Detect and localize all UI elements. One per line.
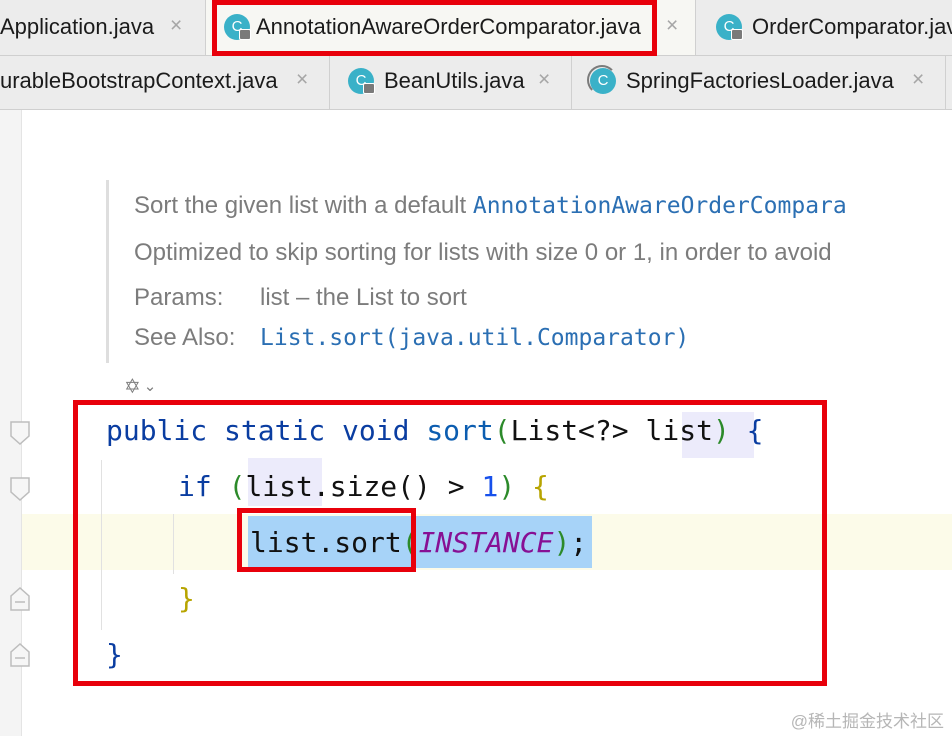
tab-spring-factories-loader[interactable]: C SpringFactoriesLoader.java × — [572, 56, 946, 109]
tab-bean-utils[interactable]: C BeanUtils.java × — [330, 56, 572, 109]
tab-label: SpringFactoriesLoader.java — [626, 68, 894, 93]
editor-tab-bar-row-2: urableBootstrapContext.java × C BeanUtil… — [0, 56, 952, 110]
tab-label: BeanUtils.java — [384, 68, 525, 93]
close-icon[interactable]: × — [170, 14, 182, 38]
close-icon[interactable]: × — [296, 68, 308, 92]
tab-order-comparator[interactable]: C OrderComparator.java — [696, 0, 952, 55]
doc-see-also-label: See Also: — [134, 324, 236, 351]
java-class-locked-icon: C — [348, 68, 376, 96]
chevron-down-icon: ⌄ — [143, 378, 157, 395]
doc-params-label: Params: — [134, 284, 224, 311]
fold-marker-icon[interactable] — [9, 476, 31, 502]
unfold-marker-icon[interactable] — [9, 586, 31, 612]
editor-gutter — [0, 110, 30, 736]
doc-line-1: Sort the given list with a default Annot… — [134, 192, 847, 219]
close-icon[interactable]: × — [666, 14, 678, 38]
doc-class-link[interactable]: AnnotationAwareOrderCompara — [473, 193, 847, 219]
tab-application-java[interactable]: Application.java × — [0, 0, 206, 55]
doc-line-2: Optimized to skip sorting for lists with… — [134, 239, 832, 266]
reader-mode-icon: ✡ — [124, 376, 141, 398]
watermark: @稀土掘金技术社区 — [790, 712, 944, 731]
close-icon[interactable]: × — [538, 68, 550, 92]
doc-params-value: list – the List to sort — [260, 284, 467, 311]
annotation-box-sort-call — [237, 508, 416, 572]
unfold-marker-icon[interactable] — [9, 642, 31, 668]
tab-label: Application.java — [0, 14, 155, 39]
doc-comment-bar — [106, 180, 109, 363]
annotation-box-tab — [212, 0, 657, 56]
annotation-box-method — [73, 400, 827, 686]
java-class-loading-icon: C — [587, 65, 618, 96]
reader-mode-toggle[interactable]: ✡ ⌄ — [124, 374, 156, 399]
tab-configurable-bootstrap-context[interactable]: urableBootstrapContext.java × — [0, 56, 330, 109]
java-class-locked-icon: C — [716, 14, 744, 42]
tab-label: urableBootstrapContext.java — [0, 68, 278, 93]
close-icon[interactable]: × — [912, 68, 924, 92]
doc-see-also-link[interactable]: List.sort(java.util.Comparator) — [260, 325, 689, 351]
tab-label: OrderComparator.java — [752, 14, 952, 39]
fold-marker-icon[interactable] — [9, 420, 31, 446]
